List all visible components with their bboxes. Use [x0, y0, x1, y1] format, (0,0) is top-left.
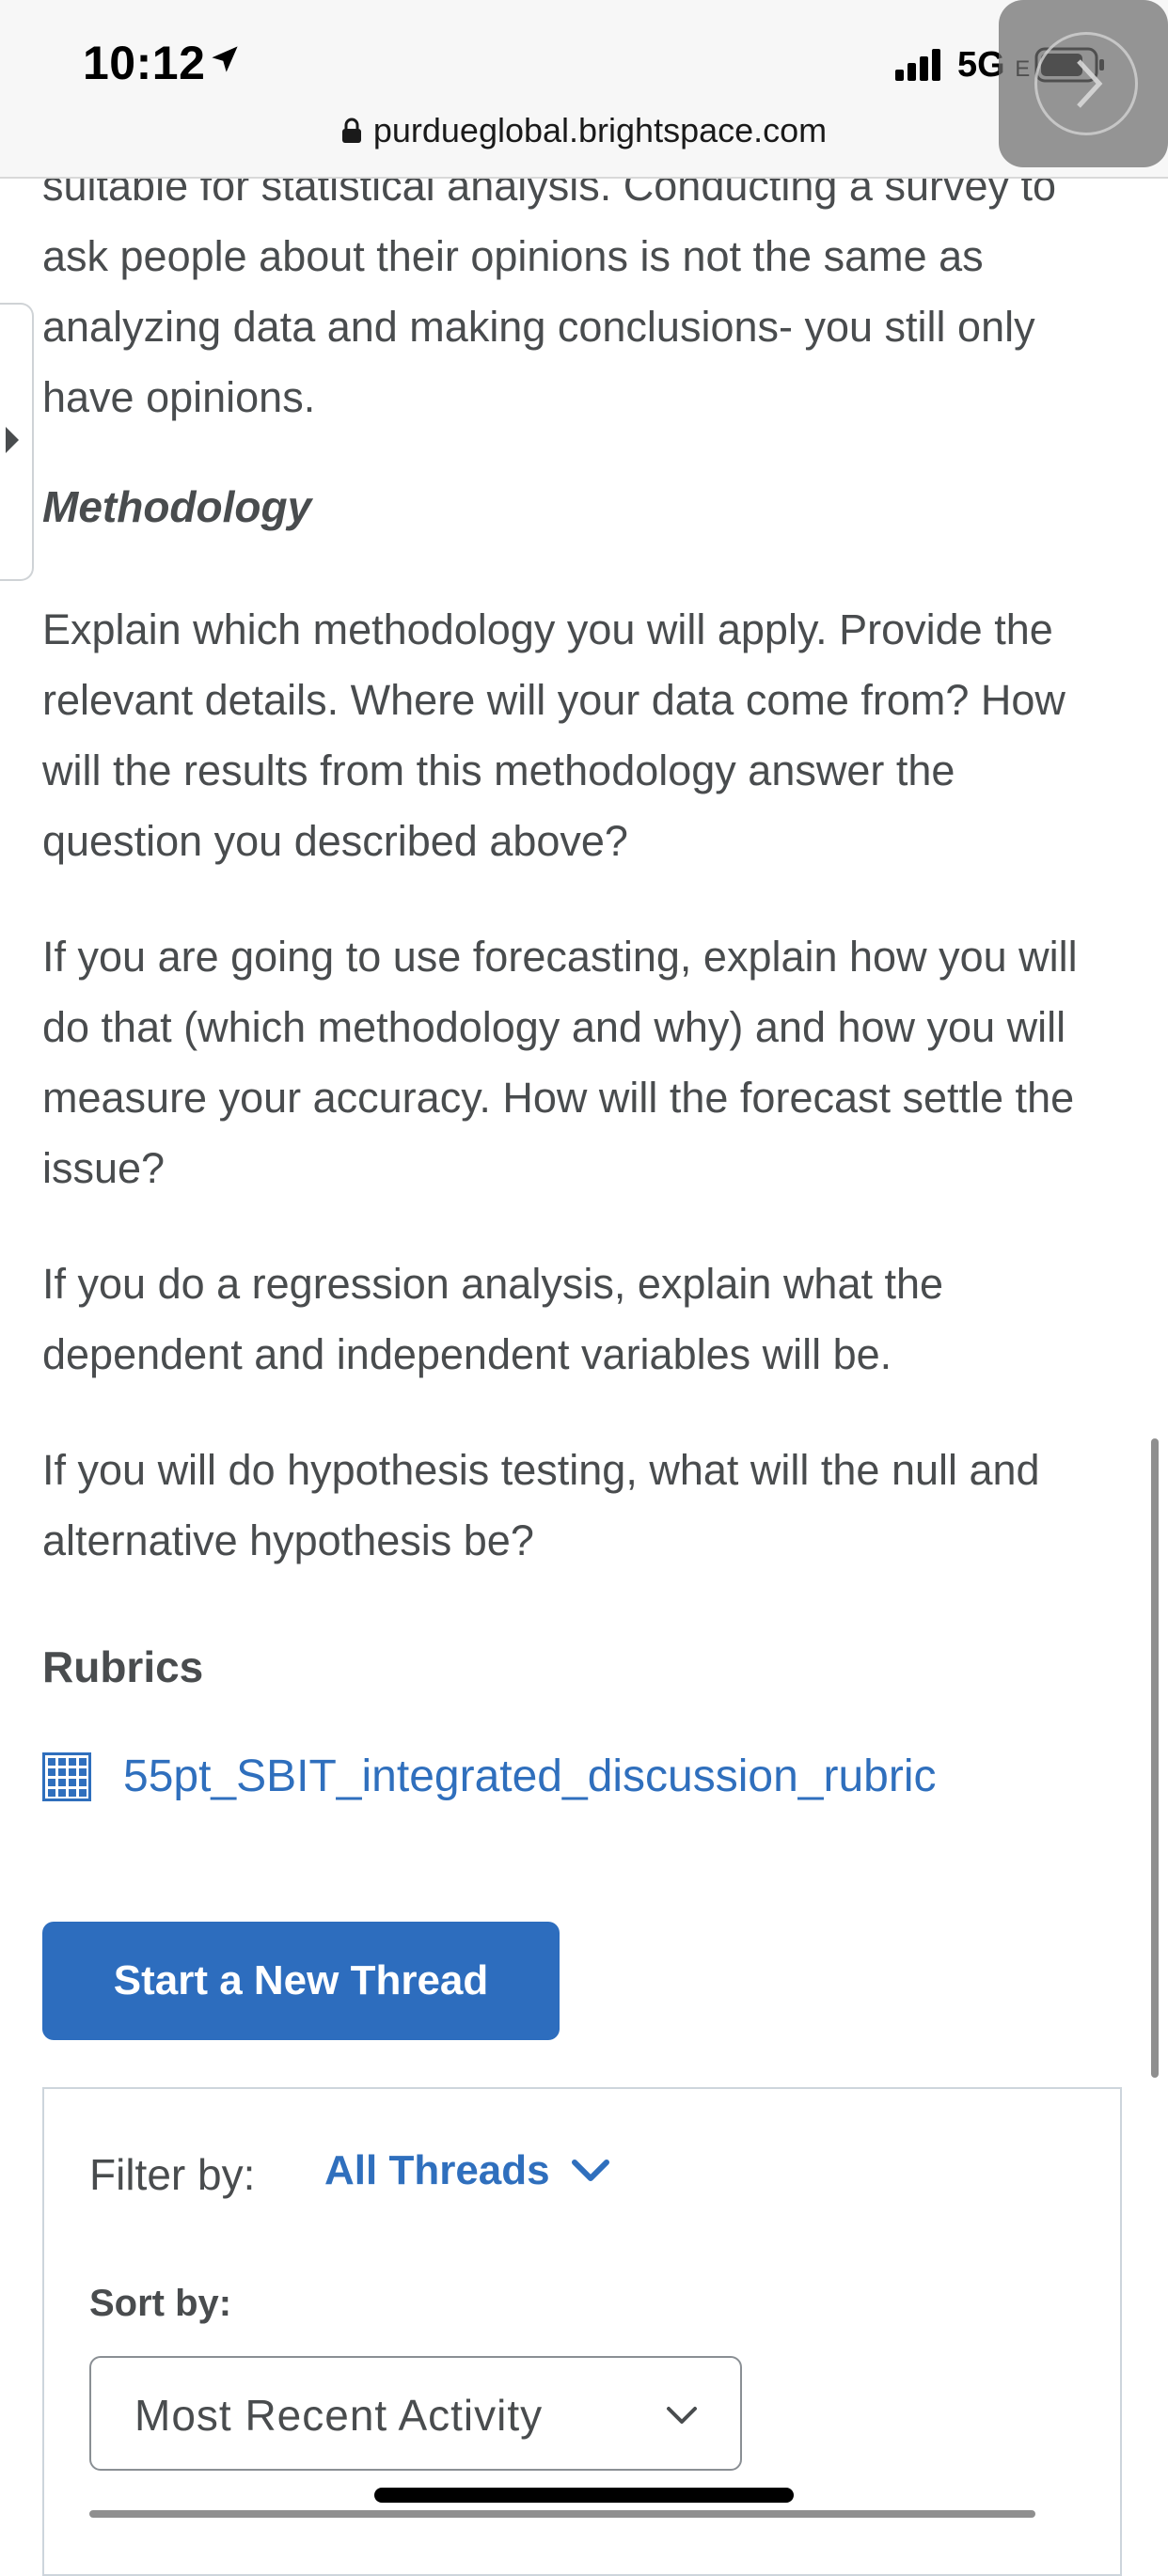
address-bar[interactable]: purdueglobal.brightspace.com — [0, 111, 1168, 150]
side-drawer-toggle[interactable] — [0, 303, 34, 581]
url-text: purdueglobal.brightspace.com — [372, 111, 828, 149]
vertical-scrollbar[interactable] — [1151, 1438, 1159, 2078]
sort-value: Most Recent Activity — [134, 2391, 544, 2440]
expand-arrow-icon — [6, 427, 19, 453]
rubric-link[interactable]: 55pt_SBIT_integrated_discussion_rubric — [42, 1751, 937, 1802]
description-paragraph: suitable for statistical analysis. Condu… — [42, 162, 1057, 421]
filter-label: Filter by: — [89, 2150, 256, 2199]
filter-sort-panel: Filter by: All Threads Sort by: Most Rec… — [42, 2087, 1122, 2576]
start-new-thread-button[interactable]: Start a New Thread — [42, 1922, 560, 2040]
rubrics-heading: Rubrics — [42, 1642, 204, 1691]
home-indicator[interactable] — [374, 2488, 794, 2503]
description-paragraph: If you do a regression analysis, explain… — [42, 1260, 944, 1378]
signal-strength-icon — [895, 49, 940, 81]
sort-label: Sort by: — [89, 2283, 232, 2324]
methodology-heading: Methodology — [42, 482, 312, 531]
forward-button[interactable] — [999, 0, 1168, 167]
status-bar: 10:12 5G E purdueglobal.brightspace.com — [0, 0, 1168, 179]
rubric-grid-icon — [42, 1751, 91, 1801]
chevron-down-icon — [571, 2160, 609, 2181]
description-paragraph: Explain which methodology you will apply… — [42, 605, 1065, 865]
rubric-link-text: 55pt_SBIT_integrated_discussion_rubric — [123, 1751, 937, 1801]
status-time: 10:12 — [83, 37, 206, 89]
horizontal-scrollbar[interactable] — [89, 2510, 1035, 2518]
description-paragraph: If you are going to use forecasting, exp… — [42, 933, 1078, 1192]
sort-select[interactable]: Most Recent Activity — [89, 2356, 742, 2471]
forward-chevron-icon — [1034, 32, 1138, 135]
location-arrow-icon — [212, 46, 238, 72]
filter-dropdown[interactable]: All Threads — [324, 2147, 610, 2194]
filter-value: All Threads — [324, 2147, 550, 2193]
chevron-down-icon — [667, 2407, 697, 2424]
lock-icon — [341, 118, 361, 143]
description-paragraph: If you will do hypothesis testing, what … — [42, 1446, 1040, 1564]
